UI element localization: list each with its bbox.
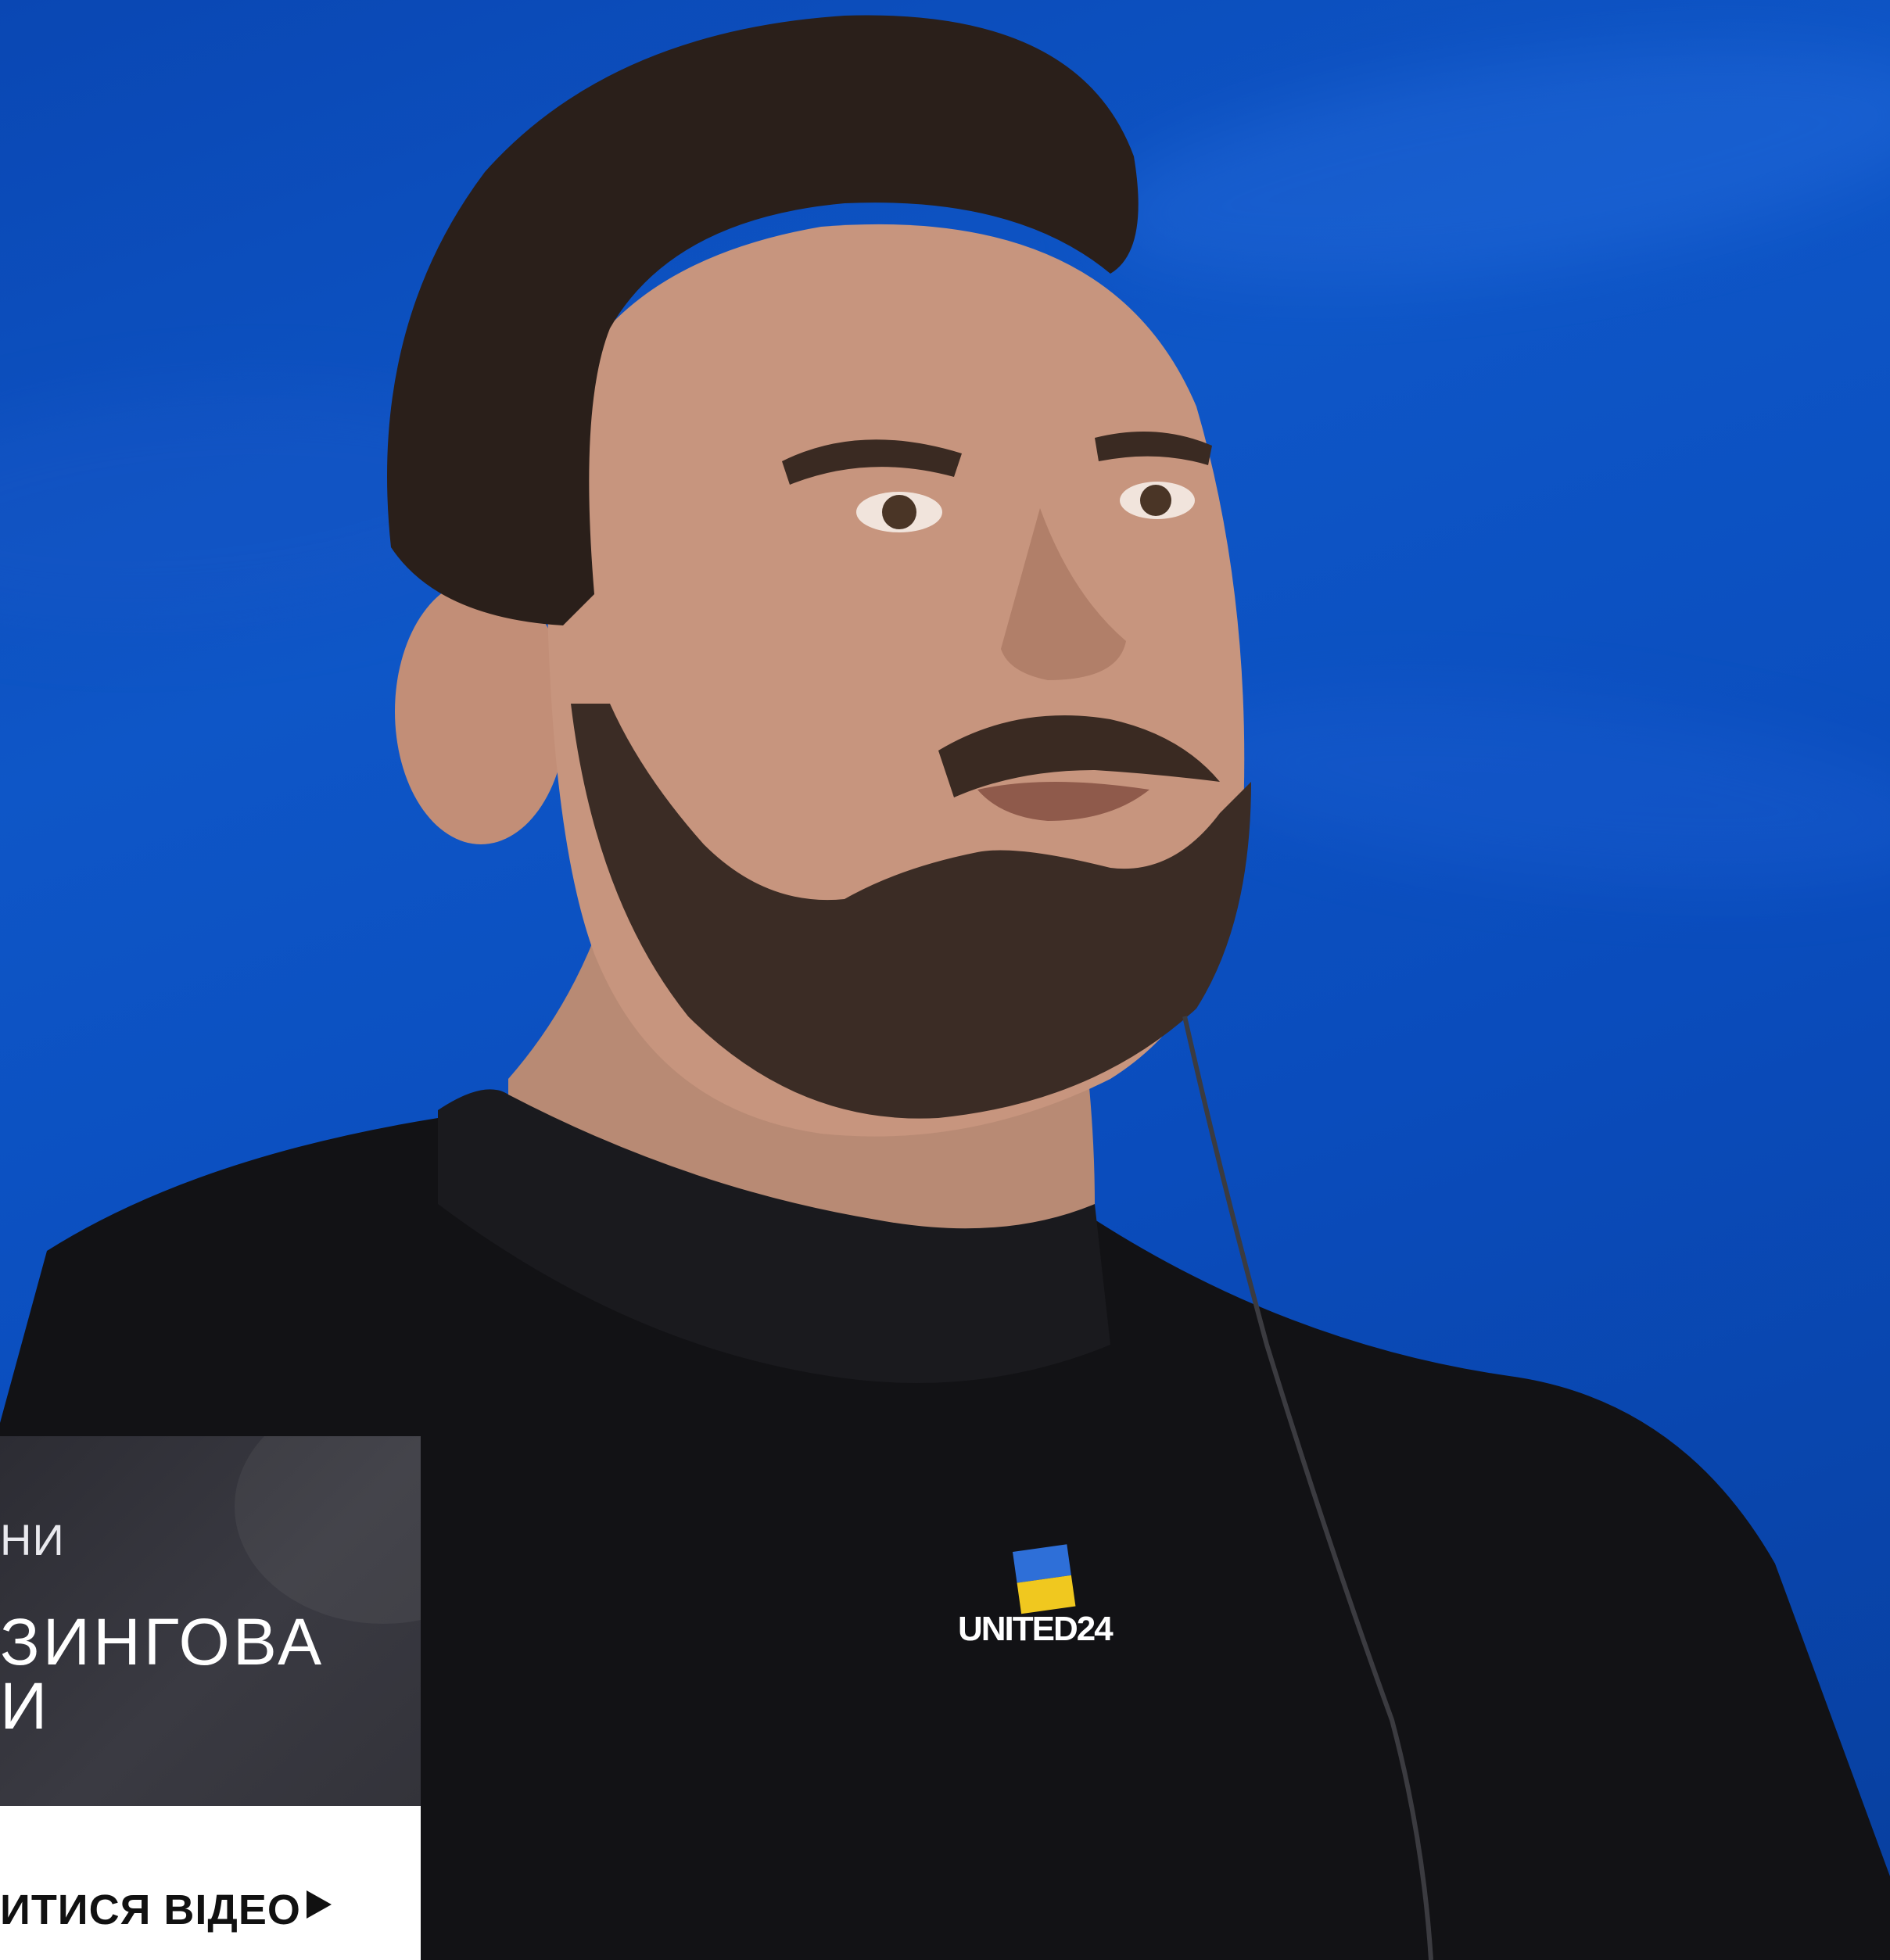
card-kicker: НИ	[0, 1515, 65, 1564]
iris	[882, 495, 916, 529]
card-headline: ЗИНГОВА И	[0, 1609, 325, 1739]
sweater-logo	[1013, 1544, 1076, 1614]
featured-story-card[interactable]: НИ ЗИНГОВА И ИТИСЯ ВІДЕО	[0, 1436, 421, 1960]
play-icon	[307, 1890, 332, 1919]
headline-line: ЗИНГОВА	[0, 1605, 325, 1679]
watch-video-button[interactable]: ИТИСЯ ВІДЕО	[0, 1806, 421, 1960]
card-header: НИ ЗИНГОВА И	[0, 1436, 421, 1806]
sweater-logo-text: UNITED24	[958, 1610, 1114, 1648]
headline-line: И	[0, 1669, 51, 1743]
iris	[1140, 485, 1171, 516]
watch-video-label: ИТИСЯ ВІДЕО	[0, 1887, 301, 1933]
